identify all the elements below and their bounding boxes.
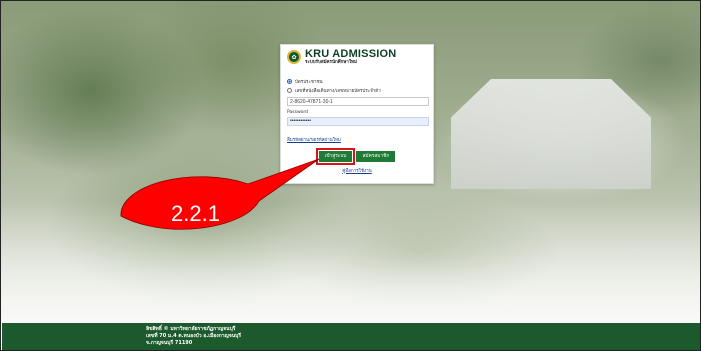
radio-id-card-label: บัตรประชาชน xyxy=(295,79,323,85)
site-footer: ลิขสิทธิ์ © มหาวิทยาลัยราชภัฏกาญจนบุรี เ… xyxy=(2,323,700,350)
id-type-options: บัตรประชาชน เลขที่หนังสือเดินทาง/เลขหมาย… xyxy=(287,77,427,95)
radio-id-card-row[interactable]: บัตรประชาชน xyxy=(287,77,427,86)
footer-copyright: ลิขสิทธิ์ © มหาวิทยาลัยราชภัฏกาญจนบุรี xyxy=(146,326,236,332)
background-fade xyxy=(1,201,700,323)
university-logo-icon: ✿ xyxy=(287,50,301,65)
register-button[interactable]: สมัครสมาชิก xyxy=(356,150,396,162)
footer-address: เลขที่ 70 ม.4 ต.หนองบัว อ.เมืองกาญจนบุรี xyxy=(146,333,242,339)
radio-id-card[interactable] xyxy=(287,78,292,84)
background-building xyxy=(451,79,651,189)
app-title: KRU ADMISSION xyxy=(305,48,397,60)
radio-passport[interactable] xyxy=(287,87,292,93)
password-input[interactable]: •••••••••••• xyxy=(287,116,429,126)
callout-label: 2.2.1 xyxy=(171,201,220,226)
id-number-input[interactable]: 2-8620-47871-30-1 xyxy=(287,96,429,106)
footer-province: จ.กาญจนบุรี 71190 xyxy=(146,340,193,346)
radio-passport-row[interactable]: เลขที่หนังสือเดินทาง/เลขหมายบัตรประจำตัว xyxy=(287,86,427,95)
password-label: Password xyxy=(287,109,309,115)
radio-passport-label: เลขที่หนังสือเดินทาง/เลขหมายบัตรประจำตัว xyxy=(295,88,381,94)
brand-header: ✿ KRU ADMISSION ระบบรับสมัครนักศึกษาใหม่ xyxy=(287,49,427,66)
forgot-password-link[interactable]: ลืมรหัสผ่าน/ขอรหัสผ่านใหม่ xyxy=(287,136,341,143)
login-card: ✿ KRU ADMISSION ระบบรับสมัครนักศึกษาใหม่… xyxy=(280,44,434,184)
login-button[interactable]: เข้าสู่ระบบ xyxy=(315,147,356,165)
user-manual-link[interactable]: คู่มือการใช้งาน xyxy=(287,167,427,174)
screenshot-frame: ✿ KRU ADMISSION ระบบรับสมัครนักศึกษาใหม่… xyxy=(0,0,701,351)
action-buttons: เข้าสู่ระบบ สมัครสมาชิก xyxy=(287,147,427,165)
app-subtitle: ระบบรับสมัครนักศึกษาใหม่ xyxy=(305,60,357,65)
